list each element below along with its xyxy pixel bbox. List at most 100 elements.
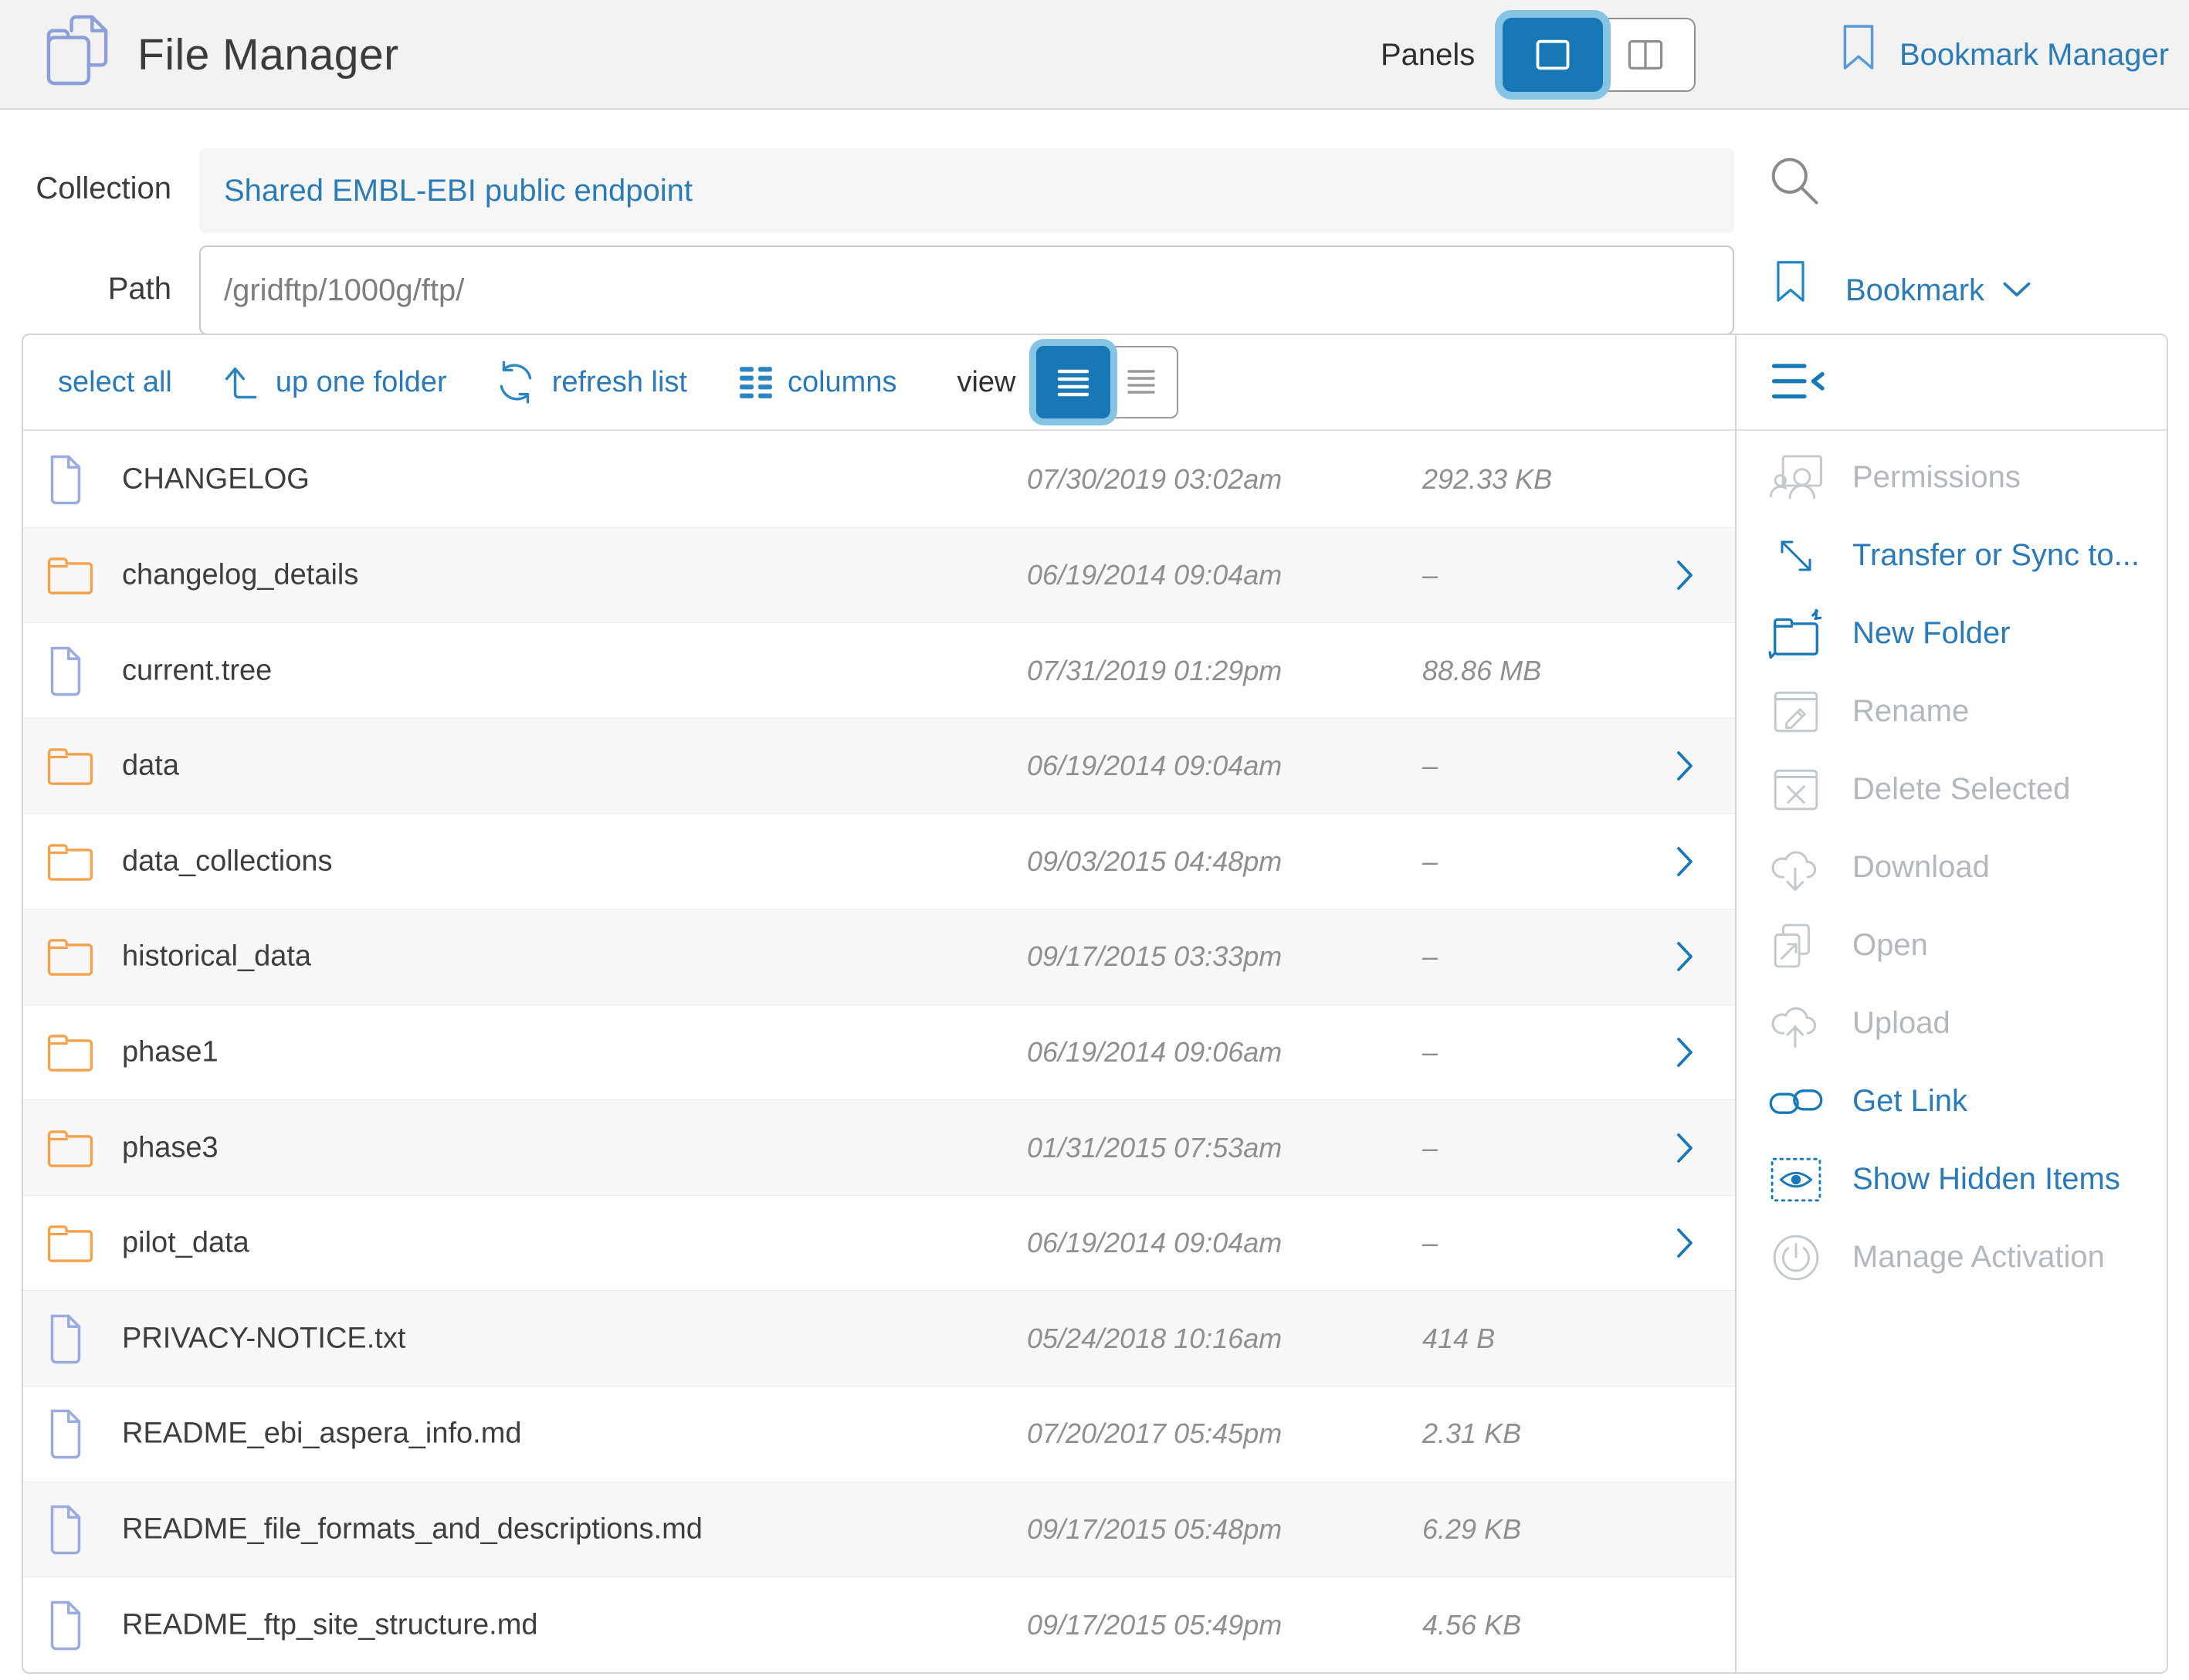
table-row[interactable]: CHANGELOG 07/30/2019 03:02am 292.33 KB xyxy=(23,432,1735,527)
get-link-icon xyxy=(1766,1073,1826,1130)
file-size: 4.56 KB xyxy=(1422,1609,1521,1641)
file-icon xyxy=(46,1314,85,1363)
rename-icon xyxy=(1766,683,1826,740)
sidebar-item-upload[interactable]: Upload xyxy=(1737,984,2167,1062)
sidebar-item-label: Manage Activation xyxy=(1852,1240,2105,1275)
sidebar-item-rename[interactable]: Rename xyxy=(1737,672,2167,750)
table-row[interactable]: PRIVACY-NOTICE.txt 05/24/2018 10:16am 41… xyxy=(23,1290,1735,1386)
table-row[interactable]: data_collections 09/03/2015 04:48pm – xyxy=(23,813,1735,909)
columns-icon xyxy=(737,363,775,401)
file-icon xyxy=(46,646,85,696)
file-name: data_collections xyxy=(122,845,333,878)
sidebar-item-new-folder[interactable]: New Folder xyxy=(1737,594,2167,672)
chevron-right-icon[interactable] xyxy=(1676,1227,1699,1259)
chevron-right-icon[interactable] xyxy=(1676,750,1699,782)
path-label: Path xyxy=(0,272,171,307)
table-row[interactable]: README_ftp_site_structure.md 09/17/2015 … xyxy=(23,1577,1735,1672)
select-all-button[interactable]: select all xyxy=(58,366,172,399)
chevron-right-icon[interactable] xyxy=(1676,1036,1699,1069)
download-icon xyxy=(1766,839,1826,896)
file-name: README_file_formats_and_descriptions.md xyxy=(122,1513,703,1546)
refresh-list-button[interactable]: refresh list xyxy=(552,366,687,399)
sidebar-menu: Permissions Transfer or Sync to... New F… xyxy=(1737,439,2167,1296)
panels-toggle xyxy=(1503,18,1696,92)
file-name: current.tree xyxy=(122,654,272,687)
delete-selected-icon xyxy=(1766,761,1826,818)
table-row[interactable]: phase1 06/19/2014 09:06am – xyxy=(23,1004,1735,1100)
chevron-right-icon[interactable] xyxy=(1676,1132,1699,1164)
sidebar-item-transfer-or-sync-to[interactable]: Transfer or Sync to... xyxy=(1737,517,2167,594)
chevron-right-icon[interactable] xyxy=(1676,559,1699,591)
sidebar-item-open[interactable]: Open xyxy=(1737,906,2167,984)
bookmark-manager-link[interactable]: Bookmark Manager xyxy=(1841,0,2169,110)
path-input[interactable] xyxy=(199,246,1734,335)
upload-icon xyxy=(1766,995,1826,1052)
single-panel-button[interactable] xyxy=(1503,18,1603,92)
sidebar-item-label: Delete Selected xyxy=(1852,772,2070,807)
file-date: 09/17/2015 05:48pm xyxy=(1027,1513,1282,1546)
file-size: – xyxy=(1422,1132,1438,1164)
table-row[interactable]: README_ebi_aspera_info.md 07/20/2017 05:… xyxy=(23,1386,1735,1482)
file-name: phase1 xyxy=(122,1035,219,1069)
collection-field[interactable]: Shared EMBL-EBI public endpoint xyxy=(199,148,1734,233)
refresh-icon xyxy=(493,360,538,405)
collapse-sidebar-icon[interactable] xyxy=(1771,360,1828,405)
list-view-icon xyxy=(1056,367,1090,398)
file-list: CHANGELOG 07/30/2019 03:02am 292.33 KB c… xyxy=(23,432,1735,1672)
file-icon xyxy=(46,1600,85,1650)
file-date: 09/17/2015 03:33pm xyxy=(1027,940,1282,973)
sidebar-item-delete-selected[interactable]: Delete Selected xyxy=(1737,750,2167,828)
bookmark-manager-icon xyxy=(1841,23,1876,86)
select-all-label: select all xyxy=(58,366,172,399)
view-label: view xyxy=(957,366,1015,399)
folder-icon xyxy=(46,841,94,882)
folder-icon xyxy=(46,554,94,596)
up-one-folder-label: up one folder xyxy=(276,366,447,399)
permissions-icon xyxy=(1766,449,1826,506)
open-icon xyxy=(1766,917,1826,974)
sidebar-item-label: Show Hidden Items xyxy=(1852,1162,2120,1197)
manage-activation-icon xyxy=(1766,1229,1826,1286)
file-name: CHANGELOG xyxy=(122,463,310,496)
table-row[interactable]: historical_data 09/17/2015 03:33pm – xyxy=(23,909,1735,1004)
dual-panel-button[interactable] xyxy=(1595,18,1696,92)
bookmark-manager-label: Bookmark Manager xyxy=(1899,38,2169,73)
file-icon xyxy=(46,1409,85,1458)
table-row[interactable]: current.tree 07/31/2019 01:29pm 88.86 MB xyxy=(23,622,1735,718)
file-icon xyxy=(46,455,85,504)
up-one-folder-button[interactable]: up one folder xyxy=(276,366,447,399)
single-panel-icon xyxy=(1533,37,1573,73)
search-icon[interactable] xyxy=(1767,153,1822,208)
table-row[interactable]: changelog_details 06/19/2014 09:04am – xyxy=(23,527,1735,623)
bookmark-icon xyxy=(1774,259,1807,321)
file-size: – xyxy=(1422,1036,1438,1069)
sidebar-item-permissions[interactable]: Permissions xyxy=(1737,439,2167,517)
sidebar-item-download[interactable]: Download xyxy=(1737,828,2167,906)
table-row[interactable]: phase3 01/31/2015 07:53am – xyxy=(23,1099,1735,1195)
condensed-view-button[interactable] xyxy=(1104,346,1178,418)
file-name: phase3 xyxy=(122,1131,219,1164)
sidebar-item-get-link[interactable]: Get Link xyxy=(1737,1062,2167,1140)
new-folder-icon xyxy=(1766,605,1826,662)
table-row[interactable]: data 06/19/2014 09:04am – xyxy=(23,718,1735,814)
folder-icon xyxy=(46,1031,94,1073)
columns-label: columns xyxy=(788,366,897,399)
table-row[interactable]: README_file_formats_and_descriptions.md … xyxy=(23,1482,1735,1577)
chevron-right-icon[interactable] xyxy=(1676,940,1699,973)
chevron-right-icon[interactable] xyxy=(1676,845,1699,878)
file-size: – xyxy=(1422,750,1438,782)
list-view-button[interactable] xyxy=(1036,346,1110,418)
bookmark-dropdown[interactable]: Bookmark xyxy=(1774,246,2032,335)
transfer-icon xyxy=(1766,527,1826,584)
sidebar-item-manage-activation[interactable]: Manage Activation xyxy=(1737,1218,2167,1296)
sidebar-item-label: Permissions xyxy=(1852,460,2021,495)
file-date: 09/03/2015 04:48pm xyxy=(1027,845,1282,878)
file-manager-app: File Manager Panels xyxy=(0,0,2189,1680)
file-size: – xyxy=(1422,1227,1438,1259)
app-header: File Manager Panels xyxy=(0,0,2189,110)
columns-button[interactable]: columns xyxy=(788,366,897,399)
folder-icon xyxy=(46,1127,94,1169)
sidebar-item-show-hidden-items[interactable]: Show Hidden Items xyxy=(1737,1140,2167,1218)
table-row[interactable]: pilot_data 06/19/2014 09:04am – xyxy=(23,1195,1735,1291)
file-name: README_ftp_site_structure.md xyxy=(122,1608,538,1641)
